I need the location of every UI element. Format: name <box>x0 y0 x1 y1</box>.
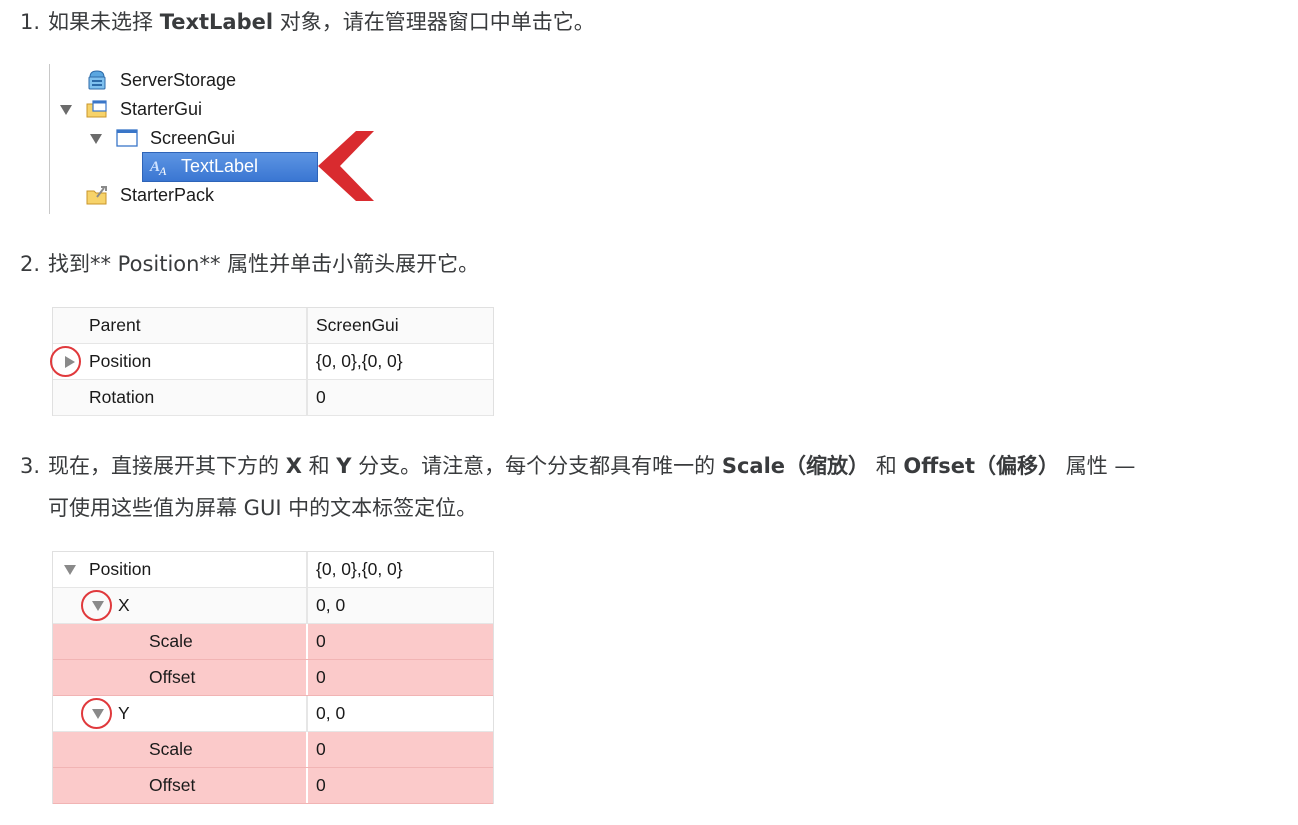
property-name-cell: Position <box>52 344 308 379</box>
property-name: Parent <box>89 315 141 335</box>
step-bold-term: TextLabel <box>159 10 274 34</box>
step-3-instruction: 3. 现在，直接展开其下方的 X 和 Y 分支。请注意，每个分支都具有唯一的 Sc… <box>20 445 1280 529</box>
property-row-x-scale[interactable]: Scale 0 <box>52 624 494 660</box>
property-row-position[interactable]: Position {0, 0},{0, 0} <box>52 344 494 380</box>
step-text: 现在，直接展开其下方的 <box>48 454 286 478</box>
step-text: 找到** Position** 属性并单击小箭头展开它。 <box>48 252 480 276</box>
step-text: 对象，请在管理器窗口中单击它。 <box>273 10 595 34</box>
property-row-y-scale[interactable]: Scale 0 <box>52 732 494 768</box>
property-name: X <box>118 595 130 615</box>
step-text-continued: 可使用这些值为屏幕 GUI 中的文本标签定位。 <box>48 496 478 520</box>
property-row-parent[interactable]: Parent ScreenGui <box>52 308 494 344</box>
tree-item-label: TextLabel <box>181 156 259 176</box>
svg-text:A: A <box>158 164 167 176</box>
property-row-y-offset[interactable]: Offset 0 <box>52 768 494 804</box>
property-name: Offset <box>149 775 196 795</box>
property-value: 0 <box>316 775 326 795</box>
property-value: 0 <box>316 631 326 651</box>
step-bold-term: Offset（偏移） <box>903 454 1060 478</box>
step-bold-term: Y <box>336 454 352 478</box>
property-row-position[interactable]: Position {0, 0},{0, 0} <box>52 552 494 588</box>
step-text: 和 <box>869 454 904 478</box>
property-name: Position <box>89 351 152 371</box>
step-number: 1. <box>20 10 41 34</box>
highlight-circle <box>81 590 112 621</box>
text-label-icon: A A <box>149 159 167 176</box>
tree-item-label: ScreenGui <box>150 128 236 148</box>
property-value: 0, 0 <box>316 703 346 723</box>
step-number: 2. <box>20 252 41 276</box>
tree-item-textlabel-selected[interactable]: A A TextLabel <box>142 152 318 182</box>
property-name-cell: Parent <box>52 308 308 343</box>
step-bold-term: X <box>285 454 302 478</box>
tree-item-label: StarterGui <box>120 99 203 119</box>
property-value: {0, 0},{0, 0} <box>316 559 403 579</box>
property-row-x-offset[interactable]: Offset 0 <box>52 660 494 696</box>
property-row-rotation[interactable]: Rotation 0 <box>52 380 494 416</box>
property-value: {0, 0},{0, 0} <box>316 351 403 371</box>
step-2-instruction: 2. 找到** Position** 属性并单击小箭头展开它。 <box>20 243 479 285</box>
property-name: Scale <box>149 739 193 759</box>
expand-triangle-icon[interactable] <box>90 134 102 144</box>
property-value: 0, 0 <box>316 595 346 615</box>
property-name-cell: Position <box>52 552 308 587</box>
highlight-circle <box>81 698 112 729</box>
property-name: Offset <box>149 667 196 687</box>
step-text: 和 <box>301 454 337 478</box>
property-name-cell: Offset <box>52 768 308 803</box>
step-text: 分支。请注意，每个分支都具有唯一的 <box>351 454 722 478</box>
property-value: 0 <box>316 739 326 759</box>
tree-item-label: StarterPack <box>120 185 215 205</box>
expand-triangle-icon[interactable] <box>60 105 72 115</box>
property-name: Position <box>89 559 152 579</box>
property-name-cell: Rotation <box>52 380 308 415</box>
property-name-cell: Offset <box>52 660 308 695</box>
property-row-x[interactable]: X 0, 0 <box>52 588 494 624</box>
collapse-arrow-icon[interactable] <box>64 565 76 575</box>
tree-item-label: ServerStorage <box>120 70 237 90</box>
table-border <box>493 308 494 416</box>
highlight-circle <box>50 346 81 377</box>
server-storage-icon <box>88 70 106 90</box>
screen-gui-icon <box>116 129 138 147</box>
starter-pack-icon <box>86 186 107 205</box>
property-name-cell: Scale <box>52 624 308 659</box>
property-name-cell: Scale <box>52 732 308 767</box>
step-1-instruction: 1. 如果未选择 TextLabel 对象，请在管理器窗口中单击它。 <box>20 1 595 43</box>
table-border <box>493 552 494 804</box>
step-text: 属性 — <box>1059 454 1136 478</box>
step-text: 如果未选择 <box>48 10 160 34</box>
property-value: 0 <box>316 667 326 687</box>
property-value: 0 <box>316 387 326 407</box>
property-row-y[interactable]: Y 0, 0 <box>52 696 494 732</box>
table-border <box>52 552 53 804</box>
red-pointer-arrow-icon <box>318 131 374 201</box>
starter-gui-icon <box>86 100 107 118</box>
properties-table-expanded: Position {0, 0},{0, 0} X 0, 0 Scale 0 Of… <box>52 551 494 804</box>
step-bold-term: Scale（缩放） <box>721 454 870 478</box>
property-name: Rotation <box>89 387 155 407</box>
property-name: Y <box>118 703 130 723</box>
property-name: Scale <box>149 631 193 651</box>
properties-table-collapsed: Parent ScreenGui Position {0, 0},{0, 0} … <box>52 307 494 416</box>
step-number: 3. <box>20 454 41 478</box>
property-value: ScreenGui <box>316 315 399 335</box>
